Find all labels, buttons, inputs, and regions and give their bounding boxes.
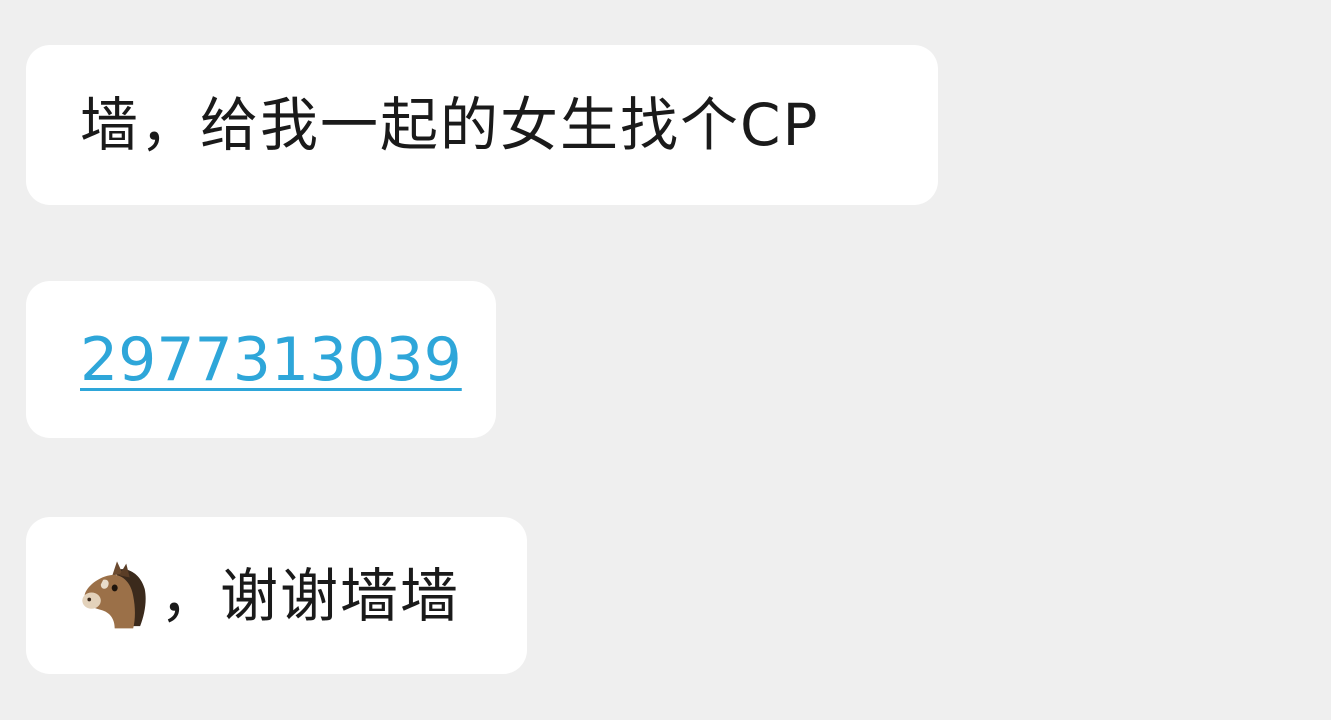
message-text: 墙，给我一起的女生找个CP (80, 91, 820, 159)
message-text: ，谢谢墙墙 (160, 561, 461, 630)
message-bubble[interactable]: 墙，给我一起的女生找个CP (26, 45, 938, 205)
number-link[interactable]: 2977313039 (80, 330, 462, 390)
message-bubble[interactable]: ，谢谢墙墙 (26, 517, 527, 674)
chat-thread: 墙，给我一起的女生找个CP 2977313039 ，谢谢墙墙 (0, 0, 1331, 720)
horse-face-icon (80, 559, 154, 633)
message-bubble[interactable]: 2977313039 (26, 281, 496, 438)
